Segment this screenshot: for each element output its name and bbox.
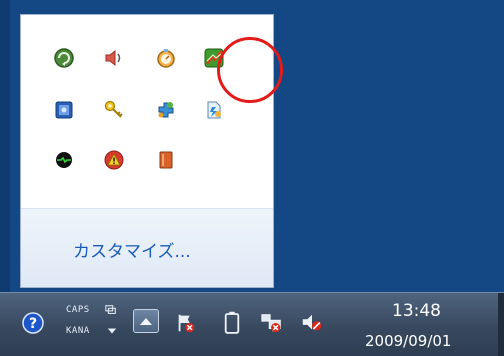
- red-warning-app-icon[interactable]: [99, 145, 129, 175]
- clock-date[interactable]: 2009/09/01: [365, 332, 451, 350]
- svg-text:?: ?: [29, 316, 37, 332]
- clock-time[interactable]: 13:48: [392, 301, 441, 321]
- desktop-left-edge: [0, 0, 10, 292]
- stopwatch-icon[interactable]: [151, 43, 181, 73]
- flash-file-icon[interactable]: [199, 95, 229, 125]
- customize-link[interactable]: カスタマイズ...: [73, 237, 191, 262]
- green-refresh-icon[interactable]: [49, 43, 79, 73]
- volume-muted-icon[interactable]: [298, 309, 326, 337]
- puzzle-app-icon[interactable]: [151, 95, 181, 125]
- chevron-up-icon: [140, 318, 152, 325]
- black-oval-monitor-icon[interactable]: [49, 145, 79, 175]
- ime-dropdown-icon[interactable]: [106, 325, 118, 337]
- caps-indicator: CAPS: [66, 305, 90, 315]
- yellow-key-icon[interactable]: [99, 95, 129, 125]
- ime-mode-icon[interactable]: [104, 303, 118, 317]
- notification-overflow-popup: カスタマイズ...: [20, 14, 283, 288]
- kana-indicator: KANA: [66, 326, 90, 336]
- show-hidden-icons-button[interactable]: [133, 309, 159, 333]
- taskbar: ? CAPS KANA 13:48 2009/09/01: [0, 292, 504, 356]
- battery-icon[interactable]: [220, 309, 244, 337]
- action-center-flag-icon[interactable]: [173, 310, 199, 336]
- popup-footer: カスタマイズ...: [21, 208, 273, 287]
- speaker-volume-icon[interactable]: [99, 43, 129, 73]
- network-disconnected-icon[interactable]: [258, 309, 286, 337]
- show-desktop-button[interactable]: [498, 293, 504, 356]
- highlight-circle: [217, 37, 283, 103]
- blue-book-icon[interactable]: [49, 95, 79, 125]
- help-icon[interactable]: ?: [20, 310, 46, 336]
- orange-book-icon[interactable]: [151, 145, 181, 175]
